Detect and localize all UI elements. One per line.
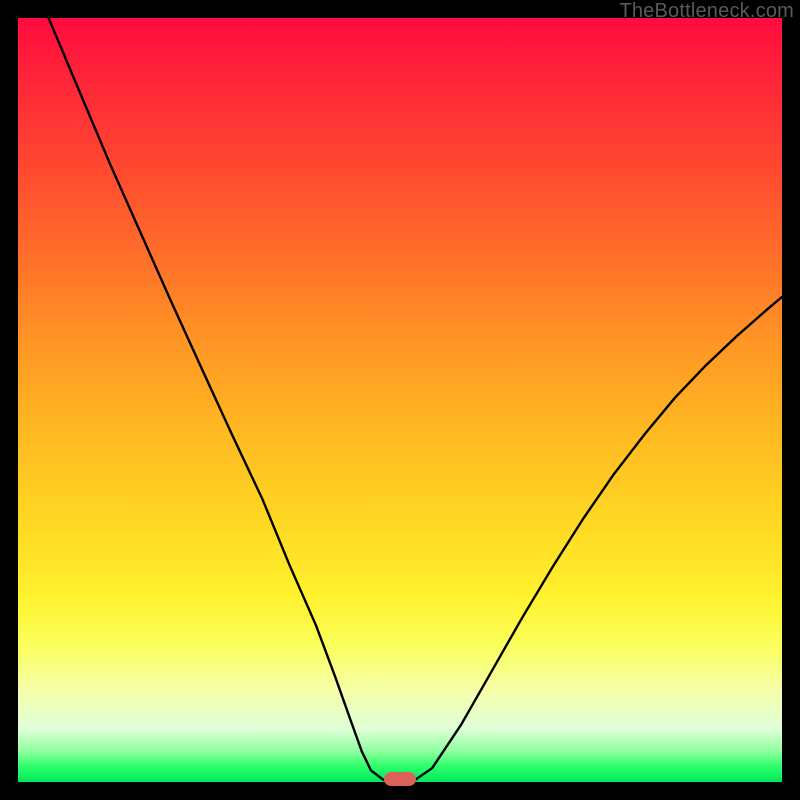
watermark-text: TheBottleneck.com — [619, 0, 794, 23]
chart-frame: TheBottleneck.com — [0, 0, 800, 800]
optimum-marker — [384, 772, 416, 786]
bottleneck-curve — [49, 18, 782, 780]
plot-area — [18, 18, 782, 782]
curve-svg — [18, 18, 782, 782]
